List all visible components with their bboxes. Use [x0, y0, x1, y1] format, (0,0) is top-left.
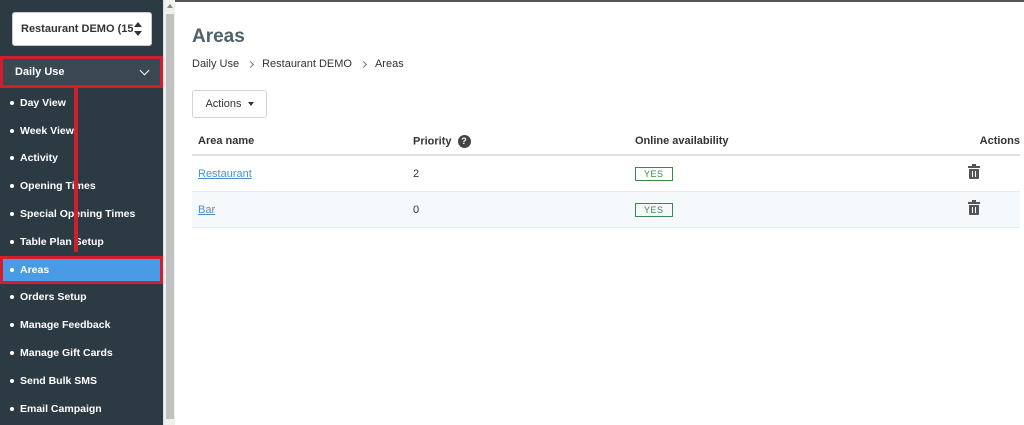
- area-name-link[interactable]: Restaurant: [198, 168, 252, 180]
- breadcrumb: Daily Use Restaurant DEMO Areas: [192, 58, 404, 70]
- chevron-right-icon: [247, 60, 255, 68]
- status-badge: YES: [635, 166, 673, 181]
- sidebar-item-areas[interactable]: Areas: [0, 255, 163, 284]
- online-availability-cell: YES: [630, 166, 950, 181]
- bullet-icon: [10, 100, 14, 105]
- bullet-icon: [10, 351, 14, 356]
- highlight-connector-line: [74, 88, 78, 252]
- scrollbar-thumb[interactable]: [166, 14, 174, 419]
- venue-select-label: Restaurant DEMO (15...: [21, 23, 133, 35]
- breadcrumb-item-current: Areas: [374, 58, 404, 70]
- bullet-icon: [10, 295, 14, 300]
- sidebar-item-label: Week View: [20, 124, 74, 137]
- breadcrumb-item[interactable]: Daily Use: [192, 58, 239, 70]
- sidebar-item-label: Manage Gift Cards: [20, 347, 113, 360]
- sidebar-item-label: Table Plan Setup: [20, 235, 104, 248]
- actions-button-label: Actions: [205, 98, 242, 110]
- online-availability-cell: YES: [630, 202, 950, 217]
- sidebar-item-label: Email Campaign: [20, 402, 102, 415]
- priority-cell: 2: [413, 167, 420, 180]
- sidebar-item-label: Activity: [20, 152, 58, 165]
- bullet-icon: [10, 378, 14, 383]
- page: Restaurant DEMO (15... Daily Use Day Vie…: [0, 0, 1024, 425]
- bullet-icon: [10, 156, 14, 161]
- sidebar-item-week-view[interactable]: Week View: [0, 117, 163, 145]
- area-name-cell: Restaurant: [192, 168, 408, 180]
- sidebar-item-label: Manage Feedback: [20, 319, 111, 332]
- status-badge: YES: [635, 202, 673, 217]
- sidebar-item-label: Areas: [20, 263, 50, 276]
- trash-icon[interactable]: [968, 164, 980, 179]
- bullet-icon: [10, 267, 14, 272]
- sidebar-item-label: Day View: [20, 96, 66, 109]
- table-row: Bar 0 YES: [192, 192, 1020, 228]
- sidebar-item-manage-feedback[interactable]: Manage Feedback: [0, 311, 163, 339]
- sidebar-nav: Day View Week View Activity Opening Time…: [0, 89, 163, 423]
- caret-down-icon: [247, 102, 254, 106]
- page-title: Areas: [192, 26, 245, 47]
- section-header-daily-use[interactable]: Daily Use: [0, 56, 163, 88]
- section-header-label: Daily Use: [15, 66, 65, 78]
- sidebar-item-activity[interactable]: Activity: [0, 145, 163, 173]
- sidebar-item-manage-gift-cards[interactable]: Manage Gift Cards: [0, 339, 163, 367]
- sidebar-item-opening-times[interactable]: Opening Times: [0, 172, 163, 200]
- bullet-icon: [10, 212, 14, 217]
- sidebar-item-day-view[interactable]: Day View: [0, 89, 163, 117]
- question-circle-icon[interactable]: ?: [457, 134, 471, 148]
- sidebar-item-email-campaign[interactable]: Email Campaign: [0, 395, 163, 423]
- column-header-actions: Actions: [979, 135, 1020, 147]
- column-header-priority: Priority?: [408, 134, 630, 148]
- breadcrumb-item[interactable]: Restaurant DEMO: [262, 58, 352, 70]
- bullet-icon: [10, 184, 14, 189]
- sidebar-item-send-bulk-sms[interactable]: Send Bulk SMS: [0, 367, 163, 395]
- bullet-icon: [10, 128, 14, 133]
- select-updown-icon: [133, 22, 143, 36]
- sidebar-item-label: Opening Times: [20, 180, 96, 193]
- sidebar-item-orders-setup[interactable]: Orders Setup: [0, 284, 163, 312]
- table-header-row: Area name Priority? Online availability …: [192, 128, 1020, 156]
- table-row: Restaurant 2 YES: [192, 156, 1020, 192]
- column-header-online-availability: Online availability: [635, 135, 729, 147]
- sidebar-item-table-plan-setup[interactable]: Table Plan Setup: [0, 228, 163, 256]
- chevron-right-icon: [359, 60, 367, 68]
- bullet-icon: [10, 323, 14, 328]
- area-name-cell: Bar: [192, 204, 408, 216]
- actions-dropdown-button[interactable]: Actions: [192, 90, 267, 118]
- trash-icon[interactable]: [968, 200, 980, 215]
- venue-select[interactable]: Restaurant DEMO (15...: [12, 12, 152, 46]
- sidebar: Restaurant DEMO (15... Daily Use Day Vie…: [0, 0, 163, 425]
- chevron-down-icon: [139, 65, 150, 76]
- column-header-area-name: Area name: [198, 135, 255, 147]
- area-name-link[interactable]: Bar: [198, 204, 215, 216]
- priority-cell: 0: [413, 203, 420, 216]
- actions-cell: [950, 200, 1020, 218]
- actions-cell: [950, 164, 1020, 182]
- sidebar-item-special-opening-times[interactable]: Special Opening Times: [0, 200, 163, 228]
- areas-table: Area name Priority? Online availability …: [192, 128, 1020, 228]
- priority-header-label: Priority: [413, 134, 452, 147]
- sidebar-item-label: Send Bulk SMS: [20, 374, 98, 387]
- scroll-up-arrow-icon[interactable]: [167, 4, 173, 8]
- sidebar-scrollbar[interactable]: [163, 0, 175, 425]
- bullet-icon: [10, 406, 14, 411]
- sidebar-item-label: Orders Setup: [20, 291, 87, 304]
- bullet-icon: [10, 239, 14, 244]
- top-border: [175, 0, 1024, 2]
